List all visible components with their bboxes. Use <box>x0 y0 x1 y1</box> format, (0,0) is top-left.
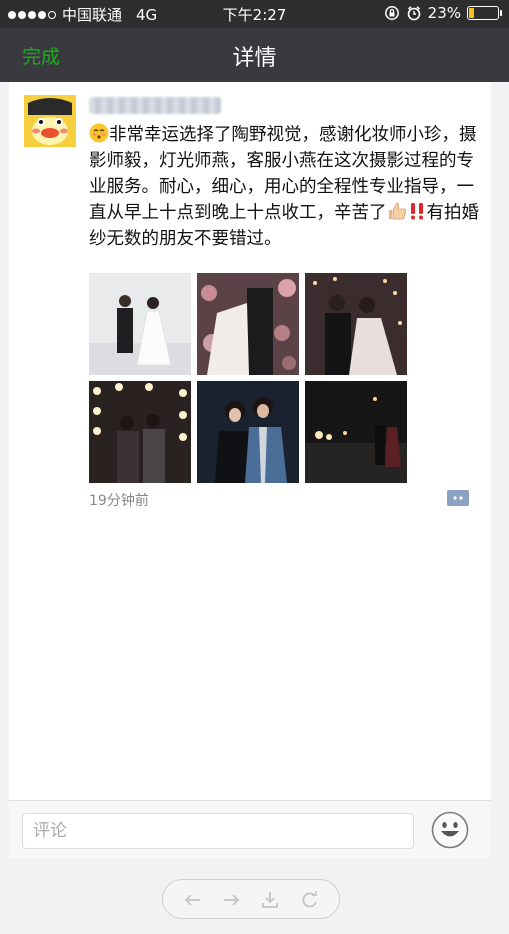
wedding-photo-5[interactable] <box>197 381 299 483</box>
post-time: 19分钟前 <box>89 493 149 509</box>
blushing-face-icon <box>89 123 109 143</box>
smiley-icon[interactable] <box>431 811 469 849</box>
username-blurred[interactable] <box>89 97 221 114</box>
wedding-photo-1[interactable] <box>89 273 191 375</box>
alarm-icon <box>407 6 420 21</box>
comment-bar <box>9 800 491 858</box>
thumbs-up-icon <box>388 202 406 220</box>
battery-percent: 23% <box>427 4 461 22</box>
back-arrow-icon[interactable] <box>183 890 203 910</box>
status-bar: 中国联通 4G 下午2:27 23% <box>0 0 509 28</box>
duck-avatar-icon <box>24 95 76 147</box>
moment-detail: 非常幸运选择了陶野视觉，感谢化妆师小珍，摄影师毅，灯光师燕，客服小燕在这次摄影过… <box>9 82 491 800</box>
comment-input[interactable] <box>22 813 414 849</box>
status-right: 23% <box>384 4 502 22</box>
wedding-photo-4[interactable] <box>89 381 191 483</box>
avatar[interactable] <box>24 95 76 147</box>
post-text: 非常幸运选择了陶野视觉，感谢化妆师小珍，摄影师毅，灯光师燕，客服小燕在这次摄影过… <box>89 122 479 252</box>
battery-icon <box>467 6 502 20</box>
battery-fill <box>469 8 474 18</box>
page-title: 详情 <box>232 46 277 71</box>
rotation-lock-icon <box>384 6 399 20</box>
refresh-icon[interactable] <box>300 890 320 910</box>
forward-arrow-icon[interactable] <box>221 890 241 910</box>
browser-toolbar <box>162 879 340 919</box>
wedding-photo-6[interactable] <box>305 381 407 483</box>
double-exclamation-icon <box>410 203 423 220</box>
photo-grid <box>89 273 409 483</box>
nav-bar: 完成 详情 <box>0 28 509 82</box>
wedding-photo-2[interactable] <box>197 273 299 375</box>
download-icon[interactable] <box>260 890 280 910</box>
wedding-photo-3[interactable] <box>305 273 407 375</box>
comment-bubble-icon[interactable] <box>447 490 469 506</box>
